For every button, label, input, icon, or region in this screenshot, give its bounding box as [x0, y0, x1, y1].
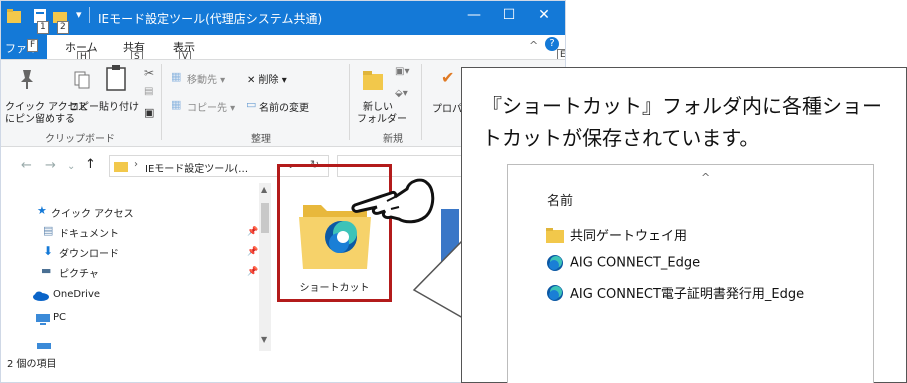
collapse-ribbon-icon[interactable]: ^ — [529, 39, 538, 52]
pointing-hand-icon — [351, 178, 435, 224]
folder-icon — [114, 162, 128, 172]
recent-dropdown-icon[interactable]: ⌄ — [67, 161, 75, 172]
scroll-up-icon[interactable]: ▲ — [261, 185, 267, 194]
download-icon: ⬇ — [43, 244, 54, 258]
organize-group-label: 整理 — [251, 134, 271, 145]
file-name: AIG CONNECT電子証明書発行用_Edge — [570, 287, 805, 302]
close-button[interactable]: ✕ — [533, 7, 555, 23]
properties-button[interactable]: プロパ — [432, 100, 462, 115]
address-path[interactable]: IEモード設定ツール(… — [145, 160, 248, 175]
forward-icon[interactable]: → — [45, 158, 56, 173]
copy-to-icon[interactable]: ▦ — [171, 98, 181, 111]
paste-button[interactable]: 貼り付け — [99, 98, 139, 113]
rename-button[interactable]: 名前の変更 — [259, 99, 309, 114]
nav-item-downloads[interactable]: ダウンロード — [59, 245, 119, 260]
easy-access-icon[interactable]: ⬙▾ — [395, 88, 408, 99]
title-bar: 1 2 ▾ IEモード設定ツール(代理店システム共通) — ☐ ✕ — [1, 1, 565, 35]
copy-button[interactable]: コピー — [69, 98, 99, 113]
file-name: 共同ゲートウェイ用 — [570, 229, 688, 244]
title-divider — [89, 7, 90, 23]
edge-icon — [547, 255, 563, 271]
new-folder-label-2[interactable]: フォルダー — [357, 110, 407, 125]
scroll-down-icon[interactable]: ▼ — [261, 335, 267, 344]
minimize-button[interactable]: — — [463, 7, 485, 23]
nav-item-pc[interactable]: PC — [53, 312, 66, 323]
document-icon: ▤ — [43, 224, 54, 237]
folder-icon — [546, 227, 564, 243]
qat-keytip-2: 2 — [57, 21, 69, 34]
folder-icon[interactable] — [7, 8, 21, 24]
list-item[interactable]: 共同ゲートウェイ用 — [546, 225, 687, 247]
nav-item-documents[interactable]: ドキュメント — [59, 225, 119, 240]
sort-ascending-icon[interactable]: ^ — [701, 171, 710, 184]
edge-icon — [547, 284, 563, 301]
tab-file-keytip: F — [27, 39, 39, 52]
group-separator — [161, 64, 162, 140]
up-icon[interactable]: ↑ — [85, 157, 96, 172]
window-title: IEモード設定ツール(代理店システム共通) — [98, 12, 323, 26]
nav-item-pictures[interactable]: ピクチャ — [59, 265, 99, 280]
back-icon[interactable]: ← — [21, 158, 32, 173]
ribbon-tabs: ファイル F ホーム H 共有 S 表示 V ^ ? E — [1, 35, 565, 71]
scrollbar-thumb[interactable] — [261, 203, 269, 233]
callout-pointer — [412, 240, 464, 319]
item-count: 2 個の項目 — [7, 359, 57, 370]
new-folder-icon[interactable] — [361, 66, 385, 92]
copy-icon[interactable] — [73, 70, 91, 90]
star-icon: ★ — [37, 204, 47, 217]
move-to-button[interactable]: 移動先 ▾ — [187, 71, 225, 86]
nav-item-quick-access[interactable]: クイック アクセス — [51, 205, 134, 220]
folder-name[interactable]: ショートカット — [277, 279, 392, 294]
list-item[interactable]: AIG CONNECT電子証明書発行用_Edge — [546, 283, 804, 305]
qat-dropdown-icon[interactable]: ▾ — [76, 8, 82, 21]
zoomed-file-list: ^ 名前 共同ゲートウェイ用 AIG CONNECT_Edge AIG CONN… — [507, 164, 874, 383]
copy-to-button[interactable]: コピー先 ▾ — [187, 99, 235, 114]
callout-text: 『ショートカット』フォルダ内に各種ショートカットが保存されています。 — [482, 94, 882, 150]
list-item[interactable]: AIG CONNECT_Edge — [546, 254, 700, 276]
file-name: AIG CONNECT_Edge — [570, 255, 701, 271]
group-separator — [421, 64, 422, 140]
pin-icon[interactable]: 📌 — [247, 227, 258, 237]
qat-keytip-1: 1 — [37, 21, 49, 34]
new-item-icon[interactable]: ▣▾ — [395, 66, 409, 77]
pin-icon[interactable]: 📌 — [247, 247, 258, 257]
properties-check-icon[interactable]: ✔ — [441, 68, 454, 87]
pictures-icon: ▬ — [41, 264, 52, 277]
column-header-name[interactable]: 名前 — [547, 190, 573, 209]
copy-path-icon[interactable]: ▤ — [144, 86, 153, 97]
pin-icon[interactable] — [17, 68, 37, 90]
delete-button[interactable]: ✕ 削除 ▾ — [247, 71, 287, 86]
paste-icon[interactable] — [105, 64, 127, 92]
pc-icon — [36, 314, 50, 325]
pin-icon[interactable]: 📌 — [247, 267, 258, 277]
onedrive-icon — [33, 291, 49, 301]
breadcrumb-chevron-icon[interactable]: › — [134, 159, 138, 170]
new-group-label: 新規 — [383, 134, 403, 145]
rename-icon[interactable]: ▭ — [246, 98, 256, 111]
navigation-pane: ★ クイック アクセス ▤ ドキュメント 📌 ⬇ ダウンロード 📌 ▬ ピクチャ… — [1, 183, 271, 351]
group-separator — [349, 64, 350, 140]
maximize-button[interactable]: ☐ — [498, 7, 520, 23]
tab-file[interactable]: ファイル — [1, 35, 47, 71]
cut-icon[interactable]: ✂ — [144, 66, 154, 80]
drive-icon — [37, 343, 51, 349]
pin-quick-access-label-2[interactable]: にピン留めする — [5, 110, 75, 125]
nav-scrollbar[interactable]: ▲ ▼ — [259, 183, 271, 351]
move-to-icon[interactable]: ▦ — [171, 70, 181, 83]
clipboard-group-label: クリップボード — [45, 134, 115, 145]
nav-item-onedrive[interactable]: OneDrive — [53, 289, 100, 300]
paste-shortcut-icon[interactable]: ▣ — [144, 106, 154, 119]
callout-box: 『ショートカット』フォルダ内に各種ショートカットが保存されています。 ^ 名前 … — [461, 67, 907, 383]
